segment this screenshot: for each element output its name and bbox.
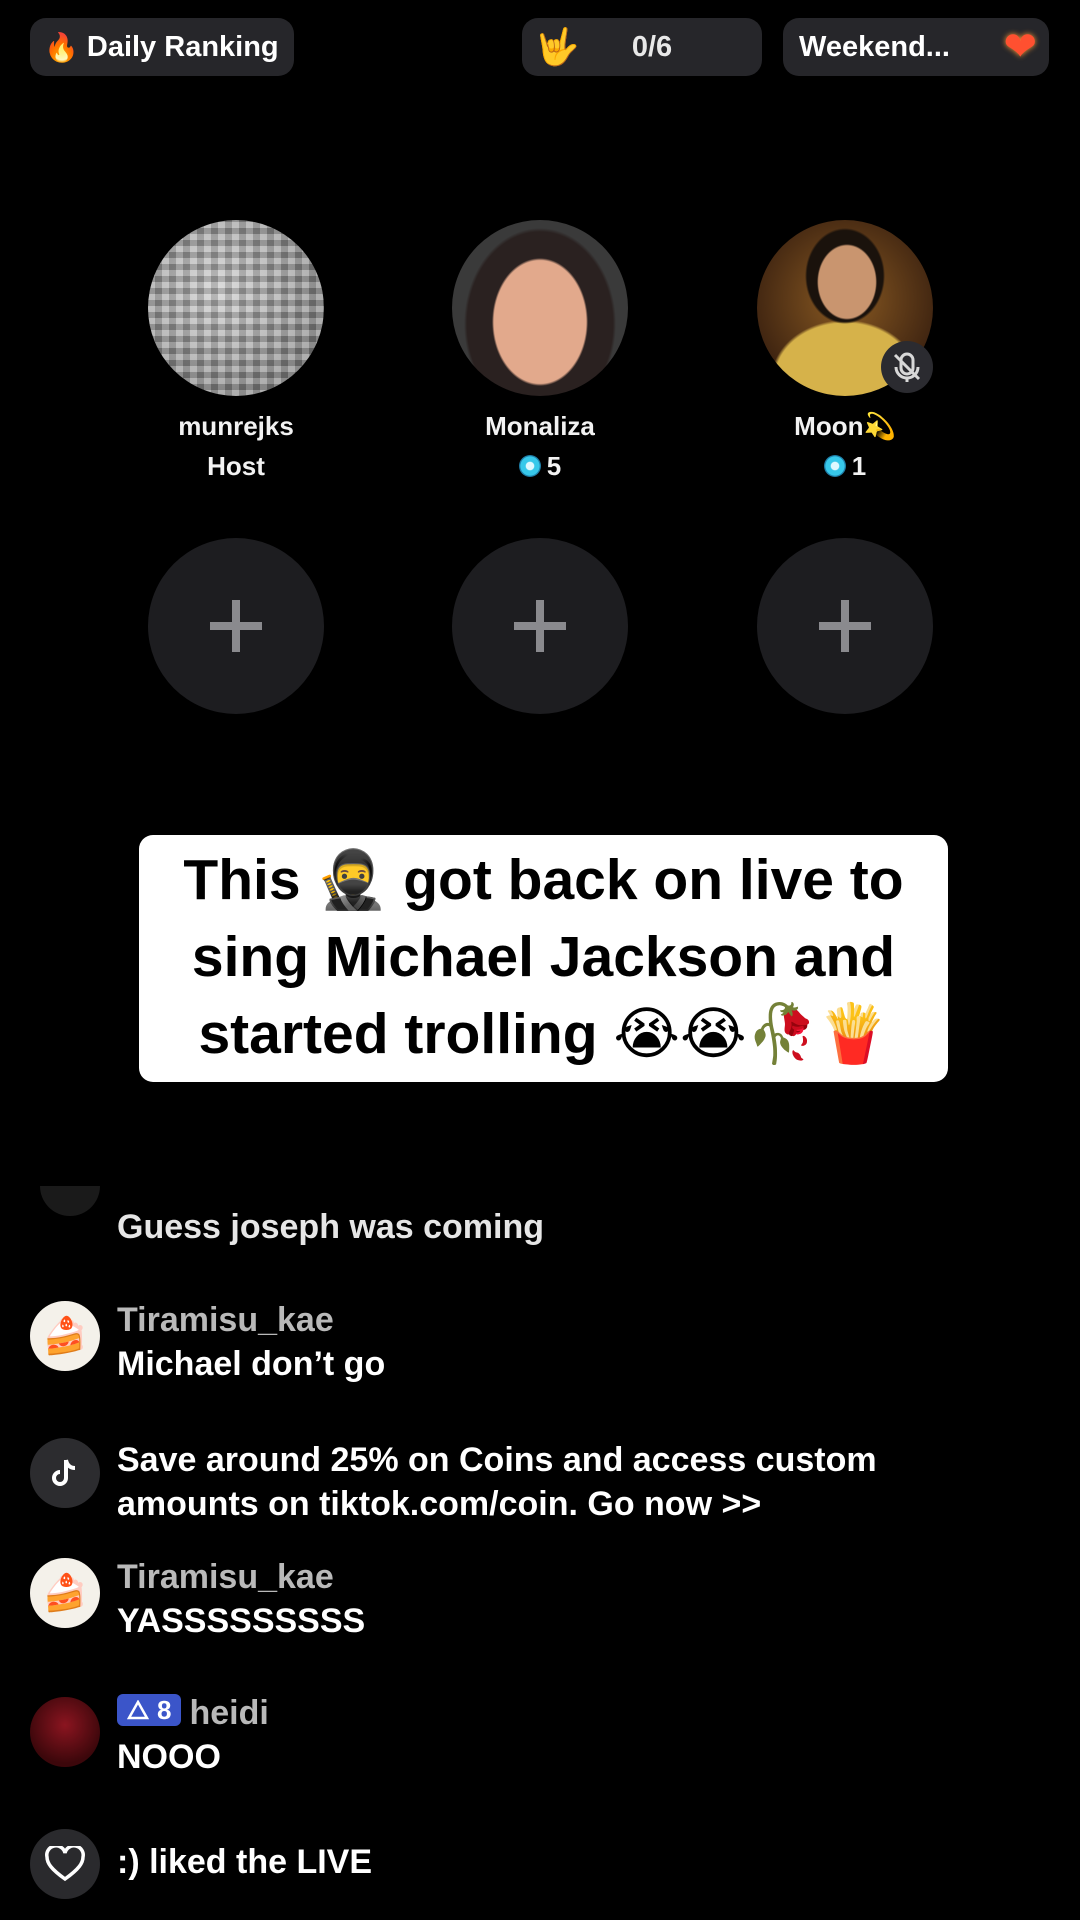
gem-icon <box>518 455 541 477</box>
weekend-event-button[interactable]: Weekend... ❤ <box>783 18 1049 76</box>
like-notification: :) liked the LIVE <box>30 1829 1040 1899</box>
empty-seat-add-button[interactable] <box>452 538 628 714</box>
avatar[interactable] <box>30 1697 100 1767</box>
empty-seat-add-button[interactable] <box>757 538 933 714</box>
hand-gesture-icon: 🤟 <box>534 26 580 67</box>
tiktok-icon <box>30 1438 100 1508</box>
triangle-icon <box>127 1700 149 1720</box>
video-caption: This 🥷 got back on live to sing Michael … <box>139 835 948 1082</box>
comment-message: Save around 25% on Coins and access cust… <box>117 1441 877 1479</box>
comment-item: 🍰 Tiramisu_kae Michael don’t go <box>30 1298 1040 1393</box>
seat-host[interactable]: munrejks Host <box>148 220 324 486</box>
system-message[interactable]: Save around 25% on Coins and access cust… <box>30 1438 1040 1533</box>
guest-counter-button[interactable]: 🤟 0/6 <box>522 18 762 76</box>
avatar[interactable]: 🍰 <box>30 1301 100 1371</box>
comment-message: :) liked the LIVE <box>117 1843 373 1881</box>
comment-item: 🍰 Tiramisu_kae YASSSSSSSSS <box>30 1555 1040 1650</box>
avatar <box>452 220 628 396</box>
caption-line: This 🥷 got back on live to <box>183 848 904 912</box>
caption-line: sing Michael Jackson and <box>191 925 896 989</box>
comment-username[interactable]: Tiramisu_kae <box>117 1298 1040 1342</box>
daily-ranking-label: Daily Ranking <box>86 30 279 63</box>
caption-line: started trolling 😭😭🥀🍟 <box>198 1002 889 1066</box>
comment-message: amounts on tiktok.com/coin. Go now >> <box>117 1485 762 1523</box>
comment-message: NOOO <box>117 1738 221 1776</box>
seat-role: Host <box>207 451 265 481</box>
seat-name: Moon💫 <box>794 411 896 441</box>
plus-icon <box>210 600 262 652</box>
comment-username-row: 8 heidi <box>117 1691 1040 1735</box>
flame-icon: 🔥 <box>44 31 79 63</box>
seat-guest-monaliza[interactable]: Monaliza 5 <box>452 220 628 486</box>
seat-name: munrejks <box>178 411 294 441</box>
gem-icon <box>823 455 846 477</box>
comment-message: YASSSSSSSSS <box>117 1602 366 1640</box>
heart-outline-icon <box>30 1829 100 1899</box>
comment-item: Guess joseph was coming <box>30 1205 1040 1255</box>
avatar[interactable]: 🍰 <box>30 1558 100 1628</box>
avatar <box>148 220 324 396</box>
seat-name: Monaliza <box>485 411 595 441</box>
comment-username[interactable]: Tiramisu_kae <box>117 1555 1040 1599</box>
comment-message: Michael don’t go <box>117 1345 386 1383</box>
empty-seat-add-button[interactable] <box>148 538 324 714</box>
guest-counter-value: 0/6 <box>631 30 673 63</box>
plus-icon <box>819 600 871 652</box>
mic-muted-icon <box>881 341 933 393</box>
heart-icon: ❤ <box>1003 25 1037 69</box>
comment-item: 8 heidi NOOO <box>30 1691 1040 1786</box>
seat-gem-count: 1 <box>757 446 933 486</box>
live-room: 🔥 Daily Ranking 🤟 0/6 Weekend... ❤ munre… <box>0 0 1080 1920</box>
level-badge: 8 <box>117 1694 182 1726</box>
daily-ranking-button[interactable]: 🔥 Daily Ranking <box>30 18 294 76</box>
weekend-event-label: Weekend... <box>799 30 950 63</box>
plus-icon <box>514 600 566 652</box>
comment-message: Guess joseph was coming <box>117 1208 545 1246</box>
seat-gem-count: 5 <box>452 446 628 486</box>
comment-username[interactable]: heidi <box>189 1694 268 1732</box>
